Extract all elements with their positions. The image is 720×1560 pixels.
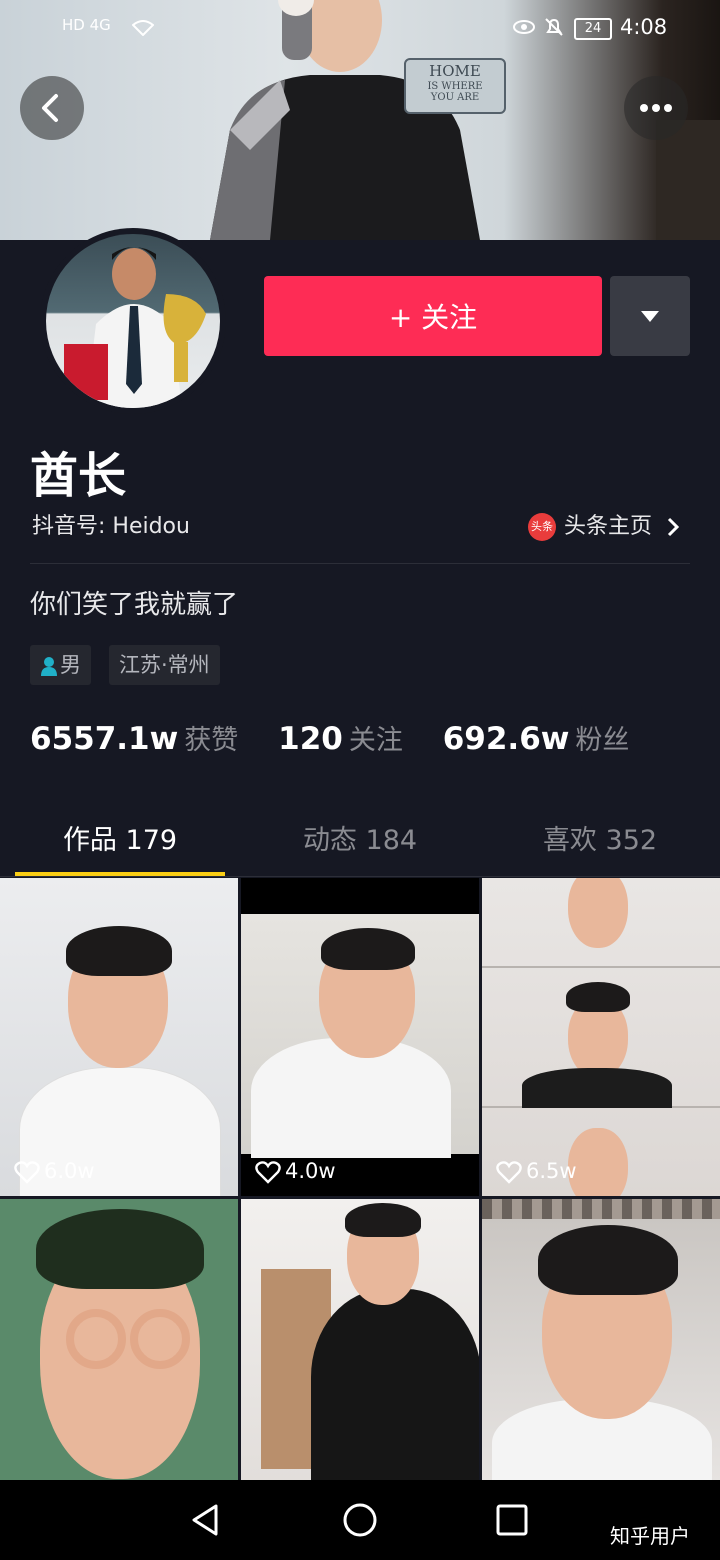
thumb-curtain <box>482 1199 720 1219</box>
thumb-hair <box>345 1203 421 1237</box>
thumb-hair <box>321 928 415 970</box>
thumb-figure <box>251 1038 451 1158</box>
battery-icon: 24 <box>574 18 612 40</box>
gender-label: 男 <box>60 653 81 677</box>
more-dots-icon <box>640 104 672 112</box>
heart-icon <box>255 1161 281 1184</box>
chevron-right-icon <box>667 517 680 537</box>
watermark: 知乎用户 <box>610 1524 690 1548</box>
clock: 4:08 <box>620 15 668 39</box>
video-thumbnail[interactable]: 4.0w <box>241 878 479 1196</box>
chevron-left-icon <box>42 94 58 122</box>
thumb-hair <box>66 926 172 976</box>
status-bar: HD 4G 24 4:08 <box>0 0 720 56</box>
profile-bio: 你们笑了我就赢了 <box>30 590 239 620</box>
heart-icon <box>14 1161 40 1184</box>
video-likes-count: 4.0w <box>285 1159 336 1183</box>
thumb-hair <box>538 1225 678 1295</box>
wifi-icon <box>132 20 154 36</box>
thumb-face <box>568 1128 628 1196</box>
followers-stat[interactable]: 692.6w 粉丝 <box>443 721 630 757</box>
video-likes-count: 6.0w <box>44 1159 95 1183</box>
gender-tag: 男 <box>30 645 91 685</box>
thumb-split-line <box>482 966 720 968</box>
thumb-hair <box>566 982 630 1012</box>
followers-count: 692.6w <box>442 721 570 757</box>
followers-label: 粉丝 <box>575 725 630 756</box>
more-button[interactable] <box>624 76 688 140</box>
thumb-figure <box>311 1289 479 1480</box>
divider <box>30 563 690 564</box>
follow-button[interactable]: + 关注 <box>264 276 602 356</box>
thumb-face <box>568 878 628 948</box>
toutiao-homepage-link[interactable]: 头条 头条主页 <box>528 508 680 541</box>
douyin-id: 抖音号: Heidou <box>32 514 190 539</box>
tab-activity[interactable]: 动态 184 <box>240 818 480 857</box>
sign-text-3: YOU ARE <box>430 92 480 103</box>
thumb-hair <box>36 1209 204 1289</box>
sign-text-2: IS WHERE <box>427 81 483 92</box>
following-label: 关注 <box>348 725 403 756</box>
nav-back-icon[interactable] <box>188 1502 224 1538</box>
caret-down-icon <box>641 311 659 322</box>
tabs-divider <box>0 876 720 877</box>
more-options-dropdown[interactable] <box>610 276 690 356</box>
tab-works[interactable]: 作品 179 <box>0 818 240 857</box>
toutiao-label: 头条主页 <box>564 514 653 539</box>
back-button[interactable] <box>20 76 84 140</box>
video-thumbnail[interactable] <box>241 1199 479 1480</box>
location-tag: 江苏·常州 <box>109 645 220 685</box>
video-thumbnail[interactable]: 6.0w <box>0 878 238 1196</box>
thumb-hand <box>66 1309 126 1369</box>
video-thumbnail[interactable]: 6.5w <box>482 878 720 1196</box>
likes-label: 获赞 <box>184 725 239 756</box>
profile-stats: 6557.1w 获赞 120 关注 692.6w 粉丝 <box>30 718 629 757</box>
video-likes: 4.0w <box>255 1159 336 1184</box>
video-thumbnail[interactable] <box>0 1199 238 1480</box>
video-likes: 6.0w <box>14 1159 95 1184</box>
nav-recents-icon[interactable] <box>496 1504 528 1536</box>
network-indicator: HD 4G <box>62 16 111 34</box>
avatar[interactable] <box>40 228 226 414</box>
thumb-hand <box>130 1309 190 1369</box>
person-icon <box>41 657 57 676</box>
likes-stat: 6557.1w 获赞 <box>30 721 268 757</box>
home-sign: HOME IS WHERE YOU ARE <box>404 58 506 114</box>
video-likes: 6.5w <box>496 1159 577 1184</box>
sign-text-1: HOME <box>429 62 481 80</box>
heart-icon <box>496 1161 522 1184</box>
toutiao-logo-icon: 头条 <box>528 513 556 541</box>
mute-bell-icon <box>545 18 563 36</box>
thumb-figure <box>522 1068 672 1108</box>
nav-home-icon[interactable] <box>342 1502 378 1538</box>
likes-count: 6557.1w <box>30 721 179 757</box>
eye-icon <box>513 20 535 34</box>
tab-likes[interactable]: 喜欢 352 <box>480 818 720 857</box>
following-stat[interactable]: 120 关注 <box>278 721 433 757</box>
video-likes-count: 6.5w <box>526 1159 577 1183</box>
following-count: 120 <box>278 721 343 757</box>
video-thumbnail[interactable] <box>482 1199 720 1480</box>
profile-nickname: 酋长 <box>30 448 127 504</box>
avatar-image <box>46 234 220 408</box>
